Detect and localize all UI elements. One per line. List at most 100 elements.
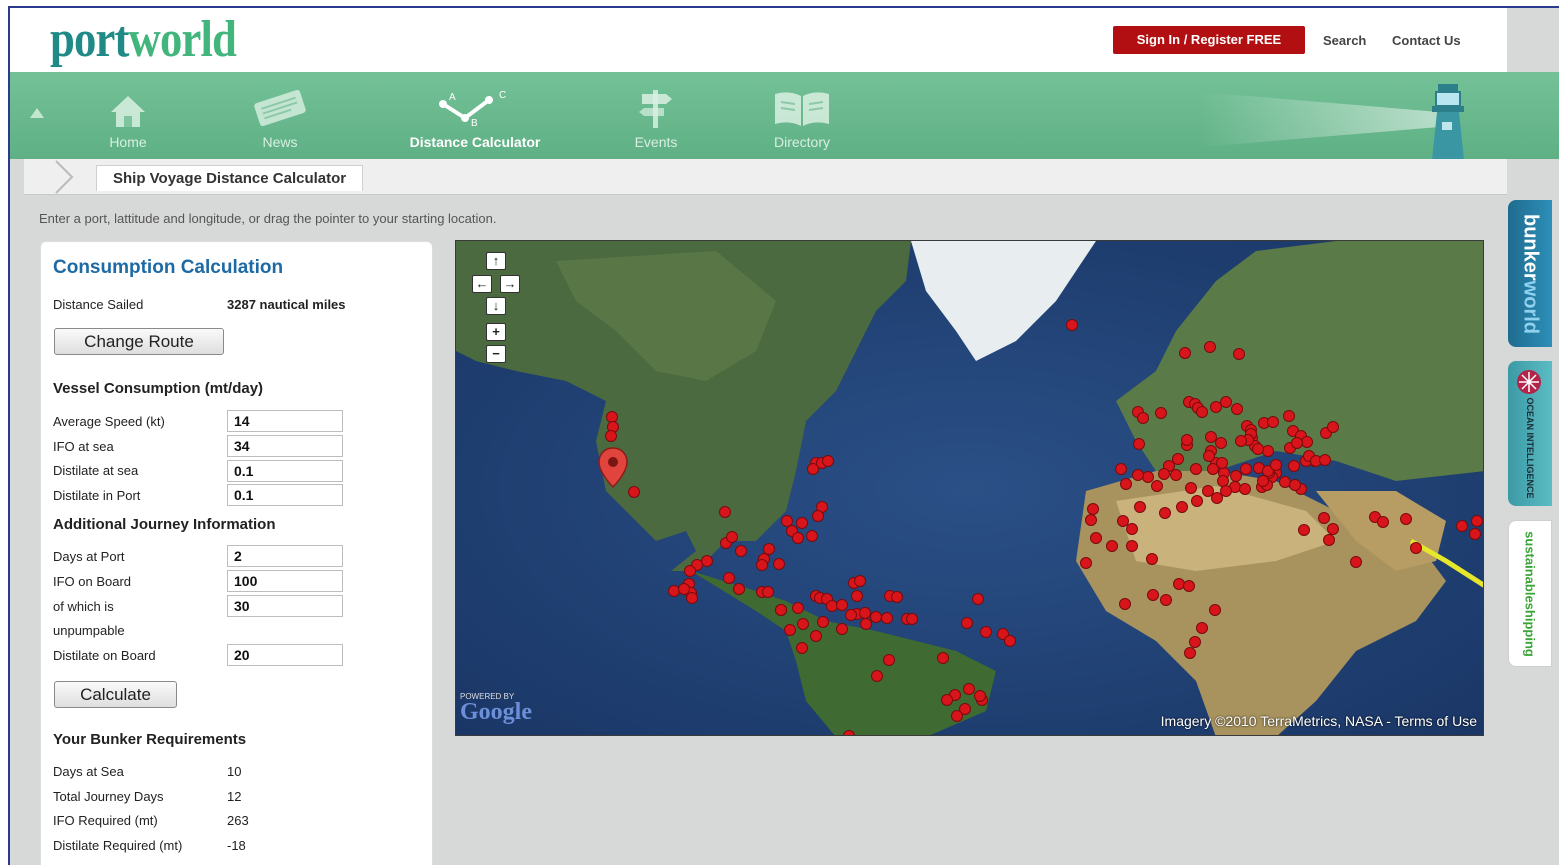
port-marker[interactable] (836, 623, 848, 635)
port-marker[interactable] (951, 710, 963, 722)
port-marker[interactable] (1203, 450, 1215, 462)
port-marker[interactable] (1066, 319, 1078, 331)
port-marker[interactable] (1270, 459, 1282, 471)
port-marker[interactable] (678, 583, 690, 595)
port-marker[interactable] (860, 618, 872, 630)
pan-left-button[interactable]: ← (472, 275, 492, 293)
port-marker[interactable] (1267, 416, 1279, 428)
port-marker[interactable] (1469, 528, 1481, 540)
port-marker[interactable] (1160, 594, 1172, 606)
port-marker[interactable] (796, 642, 808, 654)
port-marker[interactable] (1179, 347, 1191, 359)
port-marker[interactable] (792, 602, 804, 614)
portworld-logo[interactable]: portworld (50, 10, 237, 69)
port-marker[interactable] (1257, 475, 1269, 487)
port-marker[interactable] (775, 604, 787, 616)
port-marker[interactable] (1173, 578, 1185, 590)
port-marker[interactable] (1183, 580, 1195, 592)
port-marker[interactable] (1158, 468, 1170, 480)
port-marker[interactable] (806, 530, 818, 542)
port-marker[interactable] (1215, 437, 1227, 449)
port-marker[interactable] (937, 652, 949, 664)
port-marker[interactable] (961, 617, 973, 629)
port-marker[interactable] (1080, 557, 1092, 569)
port-marker[interactable] (1233, 348, 1245, 360)
port-marker[interactable] (812, 510, 824, 522)
breadcrumb-tab-ship-voyage[interactable]: Ship Voyage Distance Calculator (96, 165, 364, 191)
port-marker[interactable] (605, 430, 617, 442)
port-marker[interactable] (1176, 501, 1188, 513)
collapse-arrow-icon[interactable] (30, 108, 44, 118)
port-marker[interactable] (1137, 412, 1149, 424)
ifo-sea-input[interactable] (227, 435, 343, 457)
port-marker[interactable] (733, 583, 745, 595)
port-marker[interactable] (1190, 463, 1202, 475)
port-marker[interactable] (726, 531, 738, 543)
nav-item-home[interactable]: Home (92, 72, 164, 159)
port-marker[interactable] (972, 593, 984, 605)
port-marker[interactable] (1191, 495, 1203, 507)
port-marker[interactable] (851, 590, 863, 602)
port-marker[interactable] (1240, 463, 1252, 475)
port-marker[interactable] (792, 532, 804, 544)
port-marker[interactable] (1147, 589, 1159, 601)
port-marker[interactable] (843, 730, 855, 737)
contact-us-link[interactable]: Contact Us (1392, 33, 1461, 48)
port-marker[interactable] (606, 411, 618, 423)
port-marker[interactable] (1279, 476, 1291, 488)
port-marker[interactable] (1085, 514, 1097, 526)
port-marker[interactable] (1327, 523, 1339, 535)
port-marker[interactable] (1126, 523, 1138, 535)
bunkerworld-tab[interactable]: bunkerworld (1508, 200, 1552, 347)
port-marker[interactable] (1202, 485, 1214, 497)
map-attribution[interactable]: Imagery ©2010 TerraMetrics, NASA - Terms… (1161, 713, 1477, 729)
port-marker[interactable] (1230, 470, 1242, 482)
port-marker[interactable] (974, 690, 986, 702)
port-marker[interactable] (1090, 532, 1102, 544)
search-link[interactable]: Search (1323, 33, 1366, 48)
port-marker[interactable] (1471, 515, 1483, 527)
port-marker[interactable] (1151, 480, 1163, 492)
port-marker[interactable] (781, 515, 793, 527)
port-marker[interactable] (1170, 469, 1182, 481)
port-marker[interactable] (1184, 647, 1196, 659)
port-marker[interactable] (963, 683, 975, 695)
nav-item-directory[interactable]: Directory (762, 72, 842, 159)
port-marker[interactable] (628, 486, 640, 498)
port-marker[interactable] (881, 612, 893, 624)
port-marker[interactable] (1189, 636, 1201, 648)
port-marker[interactable] (1289, 479, 1301, 491)
port-marker[interactable] (817, 616, 829, 628)
port-marker[interactable] (822, 455, 834, 467)
port-marker[interactable] (1185, 482, 1197, 494)
port-marker[interactable] (1205, 431, 1217, 443)
port-marker[interactable] (756, 559, 768, 571)
port-marker[interactable] (1209, 604, 1221, 616)
port-marker[interactable] (1410, 542, 1422, 554)
port-marker[interactable] (1134, 501, 1146, 513)
port-marker[interactable] (1087, 503, 1099, 515)
ocean-intelligence-tab[interactable]: OCEAN INTELLIGENCE (1508, 361, 1552, 506)
port-marker[interactable] (870, 611, 882, 623)
port-marker[interactable] (1120, 478, 1132, 490)
port-marker[interactable] (1327, 421, 1339, 433)
port-marker[interactable] (859, 607, 871, 619)
port-marker[interactable] (1323, 534, 1335, 546)
port-marker[interactable] (796, 517, 808, 529)
port-marker[interactable] (1252, 443, 1264, 455)
port-marker[interactable] (1159, 507, 1171, 519)
port-marker[interactable] (1220, 396, 1232, 408)
port-marker[interactable] (1132, 469, 1144, 481)
location-pin-icon[interactable] (598, 447, 628, 489)
port-marker[interactable] (1220, 485, 1232, 497)
port-marker[interactable] (1262, 445, 1274, 457)
port-marker[interactable] (1142, 471, 1154, 483)
port-marker[interactable] (871, 670, 883, 682)
nav-item-distance-calculator[interactable]: A B C Distance Calculator (395, 72, 555, 159)
port-marker[interactable] (883, 654, 895, 666)
port-marker[interactable] (854, 575, 866, 587)
port-marker[interactable] (1298, 524, 1310, 536)
port-marker[interactable] (1155, 407, 1167, 419)
port-marker[interactable] (1231, 403, 1243, 415)
port-marker[interactable] (763, 543, 775, 555)
